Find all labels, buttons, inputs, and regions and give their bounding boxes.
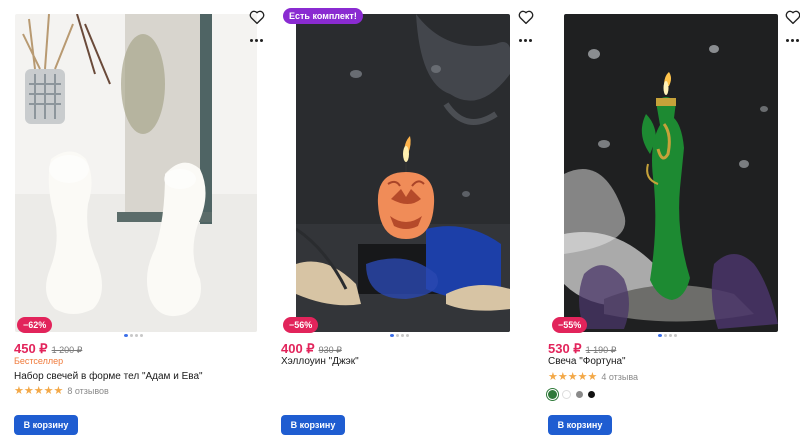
reviews-count[interactable]: 4 отзыва bbox=[601, 372, 638, 382]
rating-stars-icon: ★★★★★ bbox=[14, 385, 64, 397]
discount-badge: −56% bbox=[283, 317, 319, 333]
carousel-dot[interactable] bbox=[401, 334, 404, 337]
carousel-dot[interactable] bbox=[130, 334, 133, 337]
product-image[interactable] bbox=[296, 14, 510, 332]
add-to-cart-button[interactable]: В корзину bbox=[548, 415, 612, 435]
color-swatch[interactable] bbox=[562, 390, 571, 399]
product-card[interactable]: −55% 530 ₽ 1 190 ₽ Свеча "Фортуна" ★★★★★… bbox=[546, 0, 800, 438]
carousel-dot[interactable] bbox=[669, 334, 672, 337]
product-title[interactable]: Свеча "Фортуна" bbox=[548, 356, 626, 367]
carousel-dot[interactable] bbox=[124, 334, 128, 337]
color-swatch[interactable] bbox=[576, 391, 583, 398]
color-swatch[interactable] bbox=[588, 391, 595, 398]
add-to-cart-button[interactable]: В корзину bbox=[14, 415, 78, 435]
color-swatch[interactable] bbox=[548, 390, 557, 399]
current-price: 450 ₽ bbox=[14, 341, 48, 356]
bestseller-tag: Бестселлер bbox=[14, 356, 64, 366]
image-carousel-dots[interactable] bbox=[124, 334, 143, 337]
discount-badge: −55% bbox=[552, 317, 588, 333]
product-image[interactable] bbox=[564, 14, 778, 332]
carousel-dot[interactable] bbox=[390, 334, 394, 337]
old-price: 1 200 ₽ bbox=[51, 345, 83, 355]
more-options-icon[interactable] bbox=[786, 36, 800, 46]
more-options-icon[interactable] bbox=[519, 36, 533, 46]
rating[interactable]: ★★★★★ 4 отзыва bbox=[548, 370, 638, 383]
color-swatches[interactable] bbox=[548, 390, 595, 399]
price-row: 400 ₽ 930 ₽ bbox=[281, 341, 342, 357]
kit-badge: Есть комплект! bbox=[283, 8, 363, 24]
rating[interactable]: ★★★★★ 8 отзывов bbox=[14, 384, 109, 397]
image-carousel-dots[interactable] bbox=[658, 334, 677, 337]
carousel-dot[interactable] bbox=[674, 334, 677, 337]
carousel-dot[interactable] bbox=[658, 334, 662, 337]
favorite-heart-icon[interactable] bbox=[517, 8, 535, 26]
reviews-count[interactable]: 8 отзывов bbox=[67, 386, 109, 396]
product-title[interactable]: Хэллоуин "Джэк" bbox=[281, 356, 359, 367]
favorite-heart-icon[interactable] bbox=[248, 8, 266, 26]
discount-badge: −62% bbox=[17, 317, 53, 333]
carousel-dot[interactable] bbox=[135, 334, 138, 337]
rating-stars-icon: ★★★★★ bbox=[548, 371, 598, 383]
old-price: 1 190 ₽ bbox=[585, 345, 617, 355]
price-row: 450 ₽ 1 200 ₽ bbox=[14, 341, 82, 357]
current-price: 400 ₽ bbox=[281, 341, 315, 356]
old-price: 930 ₽ bbox=[318, 345, 342, 355]
carousel-dot[interactable] bbox=[664, 334, 667, 337]
product-image[interactable] bbox=[15, 14, 257, 332]
image-carousel-dots[interactable] bbox=[390, 334, 409, 337]
carousel-dot[interactable] bbox=[406, 334, 409, 337]
product-card[interactable]: −62% 450 ₽ 1 200 ₽ Бестселлер Набор свеч… bbox=[12, 0, 265, 438]
add-to-cart-button[interactable]: В корзину bbox=[281, 415, 345, 435]
carousel-dot[interactable] bbox=[396, 334, 399, 337]
product-card[interactable]: Есть комплект! −56% 400 ₽ 930 ₽ Хэллоуин… bbox=[279, 0, 534, 438]
favorite-heart-icon[interactable] bbox=[784, 8, 800, 26]
more-options-icon[interactable] bbox=[250, 36, 264, 46]
price-row: 530 ₽ 1 190 ₽ bbox=[548, 341, 616, 357]
carousel-dot[interactable] bbox=[140, 334, 143, 337]
product-title[interactable]: Набор свечей в форме тел "Адам и Ева" bbox=[14, 371, 203, 382]
current-price: 530 ₽ bbox=[548, 341, 582, 356]
